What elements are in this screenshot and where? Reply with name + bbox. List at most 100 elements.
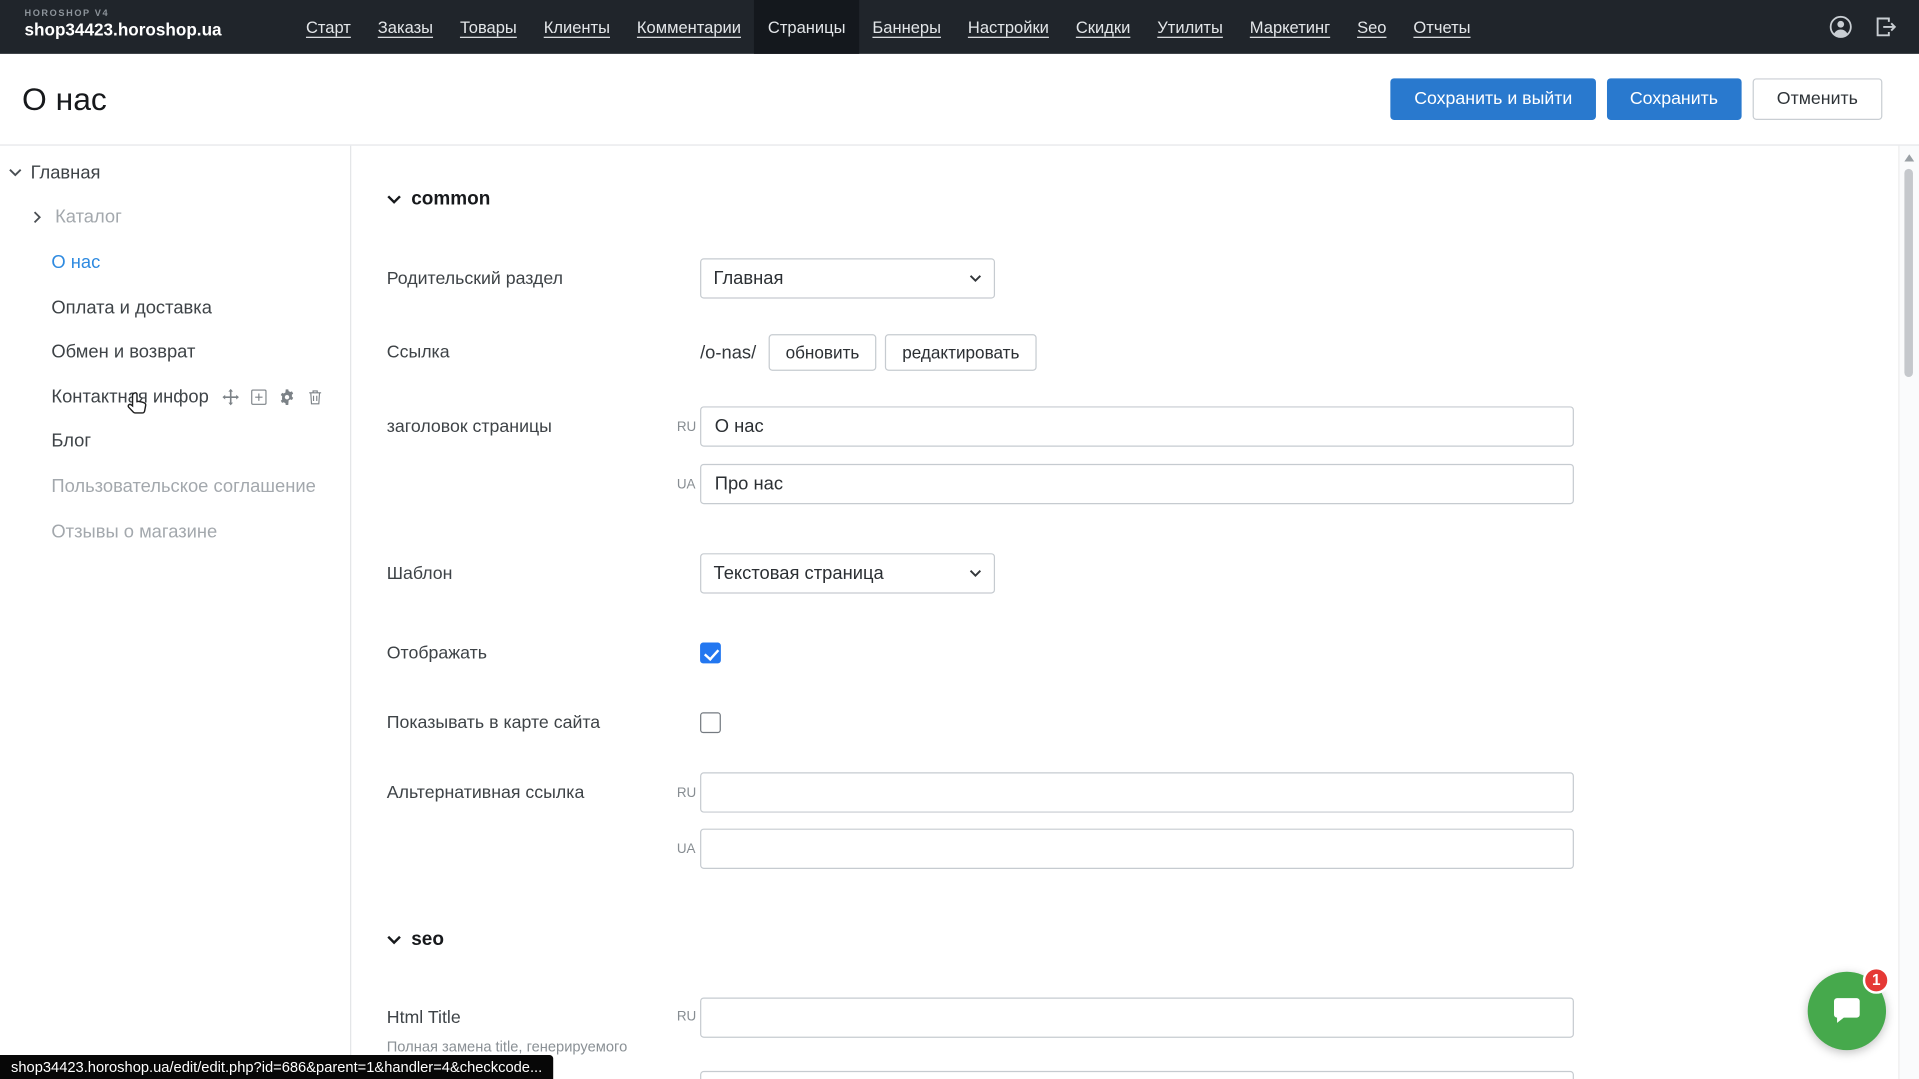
chevron-down-icon[interactable]	[9, 168, 25, 178]
tree-item-label: Главная	[31, 163, 101, 184]
display-checkbox[interactable]	[700, 643, 721, 664]
lang-tag-ua: UA	[677, 841, 700, 856]
tree-item-blog[interactable]: Блог	[0, 419, 350, 464]
delete-icon[interactable]	[306, 388, 324, 406]
tree-item-payment-delivery[interactable]: Оплата и доставка	[0, 285, 350, 330]
brand-domain-label: shop34423.horoshop.ua	[24, 20, 275, 40]
tree-item-label: Каталог	[55, 207, 122, 228]
tree-item-contact-info[interactable]: Контактная инфор	[0, 374, 350, 419]
template-select[interactable]: Текстовая страница	[700, 553, 995, 593]
tree-item-about-us[interactable]: О нас	[0, 240, 350, 285]
top-nav: Старт Заказы Товары Клиенты Комментарии …	[293, 0, 1484, 54]
section-common[interactable]: common	[387, 188, 1899, 210]
select-value: Текстовая страница	[714, 563, 884, 584]
brand[interactable]: HOROSHOP V4 shop34423.horoshop.ua	[0, 0, 275, 54]
template-label: Шаблон	[387, 564, 677, 584]
chat-unread-badge: 1	[1863, 967, 1890, 994]
scrollbar-up-arrow[interactable]	[1904, 154, 1914, 161]
section-title: common	[411, 188, 490, 210]
nav-item-products[interactable]: Товары	[446, 0, 530, 54]
lang-tag-ru: RU	[677, 1010, 700, 1025]
tree-item-label: Блог	[51, 431, 91, 452]
topbar: HOROSHOP V4 shop34423.horoshop.ua Старт …	[0, 0, 1919, 54]
tree-item-label: Контактная инфор	[51, 386, 208, 407]
tree-item-store-reviews[interactable]: Отзывы о магазине	[0, 509, 350, 554]
scrollbar-thumb[interactable]	[1904, 169, 1913, 377]
section-title: seo	[411, 929, 444, 951]
nav-item-comments[interactable]: Комментарии	[623, 0, 754, 54]
nav-item-utilities[interactable]: Утилиты	[1144, 0, 1237, 54]
html-title-ru-input[interactable]	[700, 997, 1574, 1037]
page-title: О нас	[22, 80, 107, 118]
header-actions: Сохранить и выйти Сохранить Отменить	[1391, 78, 1919, 120]
tree-item-home[interactable]: Главная	[0, 151, 350, 196]
nav-item-pages[interactable]: Страницы	[754, 0, 859, 54]
edit-link-button[interactable]: редактировать	[885, 334, 1036, 371]
nav-item-start[interactable]: Старт	[293, 0, 365, 54]
sitemap-label: Показывать в карте сайта	[387, 713, 677, 733]
link-label: Ссылка	[387, 343, 677, 363]
alt-link-ru-input[interactable]	[700, 772, 1574, 812]
page-title-ua-input[interactable]	[700, 464, 1574, 504]
chevron-down-icon	[969, 569, 981, 578]
alt-link-ua-input[interactable]	[700, 829, 1574, 869]
refresh-link-button[interactable]: обновить	[768, 334, 876, 371]
topbar-icons	[1827, 0, 1919, 54]
chat-bubble-icon	[1829, 993, 1866, 1030]
sidebar-tree: Главная Каталог О нас Оплата и доставка …	[0, 146, 351, 1079]
status-url-bar: shop34423.horoshop.ua/edit/edit.php?id=6…	[0, 1055, 553, 1079]
page-edit-form: common Родительский раздел Главная Ссылк…	[352, 146, 1898, 1079]
tree-item-label: Обмен и возврат	[51, 342, 195, 363]
nav-item-reports[interactable]: Отчеты	[1400, 0, 1484, 54]
nav-item-discounts[interactable]: Скидки	[1062, 0, 1143, 54]
lang-tag-ua: UA	[677, 477, 700, 492]
vertical-scrollbar[interactable]	[1898, 146, 1919, 1079]
cancel-button[interactable]: Отменить	[1752, 78, 1882, 120]
logout-icon[interactable]	[1873, 13, 1900, 40]
chat-widget-button[interactable]: 1	[1808, 972, 1886, 1050]
app: HOROSHOP V4 shop34423.horoshop.ua Старт …	[0, 0, 1919, 1079]
save-and-exit-button[interactable]: Сохранить и выйти	[1391, 78, 1596, 120]
move-icon[interactable]	[221, 388, 239, 406]
html-title-label: Html Title	[387, 1007, 677, 1029]
nav-item-banners[interactable]: Баннеры	[859, 0, 954, 54]
nav-item-settings[interactable]: Настройки	[954, 0, 1062, 54]
chevron-down-icon	[969, 274, 981, 283]
html-title-label-block: Html Title Полная замена title, генериру…	[387, 997, 677, 1055]
chevron-down-icon	[387, 935, 402, 945]
lang-tag-ru: RU	[677, 419, 700, 434]
tree-item-user-agreement[interactable]: Пользовательское соглашение	[0, 464, 350, 509]
html-title-ua-input[interactable]	[700, 1071, 1574, 1079]
tree-item-label: Отзывы о магазине	[51, 521, 217, 542]
tree-item-catalog[interactable]: Каталог	[0, 195, 350, 240]
page-title-label: заголовок страницы	[387, 417, 677, 437]
tree-item-exchange-return[interactable]: Обмен и возврат	[0, 330, 350, 375]
brand-version-label: HOROSHOP V4	[24, 7, 275, 18]
tree-item-label: Пользовательское соглашение	[51, 476, 315, 497]
link-controls: /o-nas/ обновить редактировать	[700, 334, 1036, 371]
settings-icon[interactable]	[277, 388, 295, 406]
section-seo[interactable]: seo	[387, 929, 1899, 951]
sitemap-checkbox[interactable]	[700, 712, 721, 733]
account-icon[interactable]	[1827, 13, 1854, 40]
save-button[interactable]: Сохранить	[1607, 78, 1742, 120]
chevron-down-icon	[387, 195, 402, 205]
page-title-ru-input[interactable]	[700, 406, 1574, 446]
nav-item-clients[interactable]: Клиенты	[530, 0, 623, 54]
page-header: О нас Сохранить и выйти Сохранить Отмени…	[0, 54, 1919, 146]
html-title-hint: Полная замена title, генерируемого	[387, 1038, 677, 1055]
tree-item-actions	[221, 388, 324, 406]
display-label: Отображать	[387, 643, 677, 663]
select-value: Главная	[714, 268, 784, 289]
nav-item-orders[interactable]: Заказы	[364, 0, 446, 54]
nav-item-seo[interactable]: Seo	[1344, 0, 1400, 54]
add-page-icon[interactable]	[249, 388, 267, 406]
alt-link-label: Альтернативная ссылка	[387, 783, 677, 803]
parent-section-label: Родительский раздел	[387, 269, 677, 289]
lang-tag-ru: RU	[677, 785, 700, 800]
chevron-right-icon[interactable]	[33, 211, 49, 224]
nav-item-marketing[interactable]: Маркетинг	[1236, 0, 1343, 54]
link-path: /o-nas/	[700, 342, 756, 363]
tree-item-label: О нас	[51, 252, 100, 273]
parent-section-select[interactable]: Главная	[700, 258, 995, 298]
